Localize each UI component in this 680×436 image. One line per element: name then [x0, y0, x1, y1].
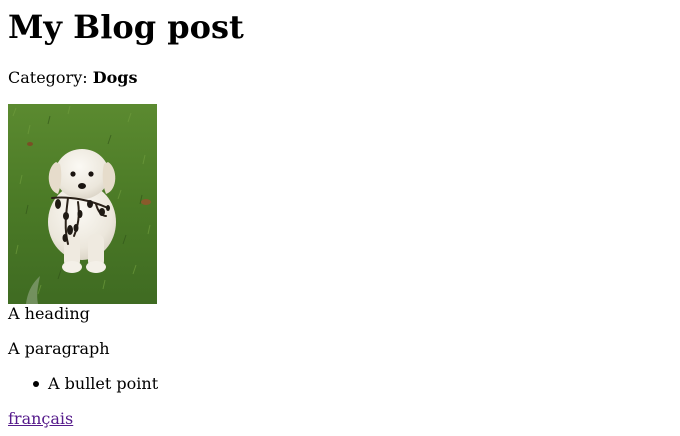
dog-photo [8, 104, 157, 304]
content-heading: A heading [8, 304, 90, 323]
page-title: My Blog post [8, 8, 244, 46]
bullet-list: A bullet point [8, 374, 158, 394]
content-paragraph: A paragraph [8, 339, 110, 358]
list-item: A bullet point [33, 374, 159, 394]
category-label: Category: [8, 68, 88, 87]
category-line: Category: Dogs [8, 68, 137, 88]
list-item-text: A bullet point [48, 374, 159, 393]
language-link-french[interactable]: français [8, 409, 73, 429]
bullet-icon [33, 381, 39, 387]
category-value: Dogs [92, 68, 138, 87]
